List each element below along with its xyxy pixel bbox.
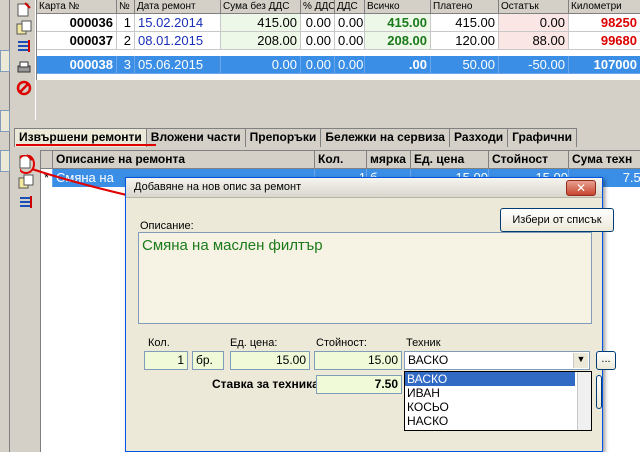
- select-from-list-button[interactable]: Избери от списък: [500, 208, 614, 232]
- description-memo[interactable]: Смяна на маслен филтър: [138, 232, 592, 324]
- value-field[interactable]: 15.00: [314, 351, 402, 370]
- active-tab-underline: [16, 144, 156, 146]
- left-strip-button-2[interactable]: [0, 110, 10, 132]
- grid-header: Карта № № Дата ремонт Сума без ДДС % ДДС…: [37, 0, 640, 14]
- rate-field[interactable]: 7.50: [316, 375, 402, 394]
- tab-recommendations[interactable]: Препоръки: [244, 128, 322, 147]
- list-item[interactable]: КОСЬО: [405, 400, 575, 414]
- value-label: Стойност:: [316, 337, 367, 349]
- left-strip-button-3[interactable]: [0, 150, 10, 172]
- top-toolbar: [12, 0, 36, 120]
- qty-field[interactable]: 1: [144, 351, 188, 370]
- col-sum[interactable]: Сума без ДДС: [221, 0, 301, 14]
- col-price[interactable]: Ед. цена: [411, 151, 489, 169]
- col-n[interactable]: №: [117, 0, 135, 14]
- col-card[interactable]: Карта №: [37, 0, 117, 14]
- qty-label: Кол.: [148, 337, 170, 349]
- dropdown-scrollbar[interactable]: [577, 372, 591, 430]
- list-item[interactable]: ВАСКО: [405, 372, 575, 386]
- technician-select[interactable]: ВАСКО ▼: [404, 351, 590, 370]
- chevron-down-icon[interactable]: ▼: [573, 353, 588, 368]
- dialog-titlebar[interactable]: Добавяне на нов опис за ремонт ✕: [126, 178, 602, 198]
- col-km[interactable]: Километри: [569, 0, 640, 14]
- copy-card-icon[interactable]: [16, 20, 32, 36]
- col-unit[interactable]: мярка: [367, 151, 411, 169]
- technician-dropdown[interactable]: ВАСКО ИВАН КОСЬО НАСКО: [404, 371, 592, 431]
- repair-cards-grid[interactable]: Карта № № Дата ремонт Сума без ДДС % ДДС…: [36, 0, 640, 80]
- list-item[interactable]: НАСКО: [405, 414, 575, 428]
- table-row[interactable]: 000036 1 15.02.2014 415.00 0.00 0.00 415…: [37, 14, 640, 32]
- col-pdds[interactable]: % ДДС: [301, 0, 335, 14]
- close-button[interactable]: ✕: [566, 180, 596, 196]
- print-icon[interactable]: [16, 60, 32, 76]
- price-label: Ед. цена:: [230, 337, 278, 349]
- price-field[interactable]: 15.00: [230, 351, 310, 370]
- list-item[interactable]: ИВАН: [405, 386, 575, 400]
- add-card-icon[interactable]: [16, 2, 32, 18]
- col-tech-sum[interactable]: Сума техн: [569, 151, 640, 169]
- col-rest[interactable]: Остатък: [499, 0, 569, 14]
- tab-expenses[interactable]: Разходи: [448, 128, 509, 147]
- col-date[interactable]: Дата ремонт: [135, 0, 221, 14]
- add-repair-dialog: Добавяне на нов опис за ремонт ✕ Избери …: [125, 177, 616, 452]
- technician-label: Техник: [406, 337, 441, 349]
- delete-icon[interactable]: [16, 80, 32, 96]
- col-paid[interactable]: Платено: [431, 0, 499, 14]
- table-row-selected[interactable]: 000038 3 05.06.2015 0.00 0.00 0.00 .00 5…: [37, 56, 640, 74]
- unit-field[interactable]: бр.: [192, 351, 224, 370]
- left-strip-button-1[interactable]: [0, 50, 10, 72]
- description-label: Описание:: [140, 220, 194, 232]
- col-value[interactable]: Стойност: [489, 151, 569, 169]
- col-all[interactable]: Всичко: [365, 0, 431, 14]
- tab-graphics[interactable]: Графични: [507, 128, 577, 147]
- tab-service-notes[interactable]: Бележки на сервиза: [320, 128, 450, 147]
- table-row[interactable]: 000037 2 08.01.2015 208.00 0.00 0.00 208…: [37, 32, 640, 50]
- sort-icon[interactable]: [16, 38, 32, 54]
- partial-button[interactable]: [596, 375, 602, 409]
- col-dds[interactable]: ДДС: [335, 0, 365, 14]
- col-qty[interactable]: Кол.: [315, 151, 367, 169]
- dialog-title: Добавяне на нов опис за ремонт: [134, 181, 302, 193]
- technician-more-button[interactable]: ...: [596, 351, 616, 370]
- rate-label: Ставка за техника:: [212, 377, 323, 391]
- tab-parts[interactable]: Вложени части: [145, 128, 246, 147]
